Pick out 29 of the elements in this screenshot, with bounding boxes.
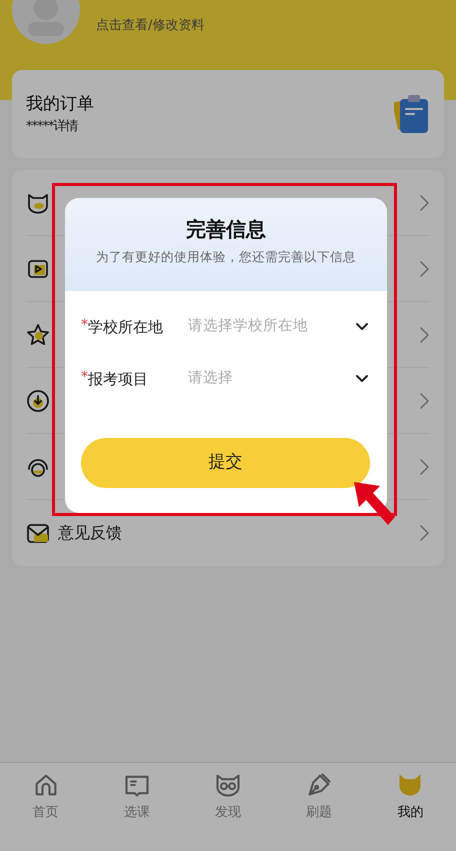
chevron-right-icon [418, 260, 430, 278]
chevron-down-icon [355, 374, 369, 384]
chevron-right-icon [418, 326, 430, 344]
order-card[interactable]: 我的订单 *****详情 [12, 70, 444, 158]
submit-button[interactable]: 提交 [81, 438, 370, 488]
chevron-down-icon [355, 322, 369, 332]
clipboard-icon [394, 93, 430, 135]
edit-profile-link[interactable]: 点击查看/修改资料 [96, 16, 204, 36]
chevron-right-icon [418, 392, 430, 410]
order-subtitle: *****详情 [26, 118, 79, 136]
select-field[interactable]: *学校所在地 请选择学校所在地 [65, 301, 387, 353]
star-icon [26, 322, 50, 346]
required-mark: * [81, 316, 88, 335]
field-label: 学校所在地 [88, 316, 164, 338]
chevron-right-icon [418, 458, 430, 476]
field-label: 报考项目 [88, 368, 149, 390]
field-placeholder: 请选择 [188, 369, 234, 388]
tab-bar-item[interactable]: 我的 [365, 763, 456, 851]
menu-item[interactable]: 意见反馈 [26, 500, 430, 566]
download-icon [26, 388, 50, 412]
chevron-right-icon [418, 194, 430, 212]
select-field[interactable]: *报考项目 请选择 [65, 353, 387, 405]
order-title: 我的订单 [26, 92, 94, 116]
mail-icon [26, 521, 50, 545]
field-placeholder: 请选择学校所在地 [188, 317, 309, 336]
dialog-subtitle: 为了有更好的使用体验，您还需完善以下信息 [95, 248, 357, 266]
required-mark: * [81, 368, 88, 387]
chevron-right-icon [418, 524, 430, 542]
dialog-title: 完善信息 [185, 216, 267, 243]
